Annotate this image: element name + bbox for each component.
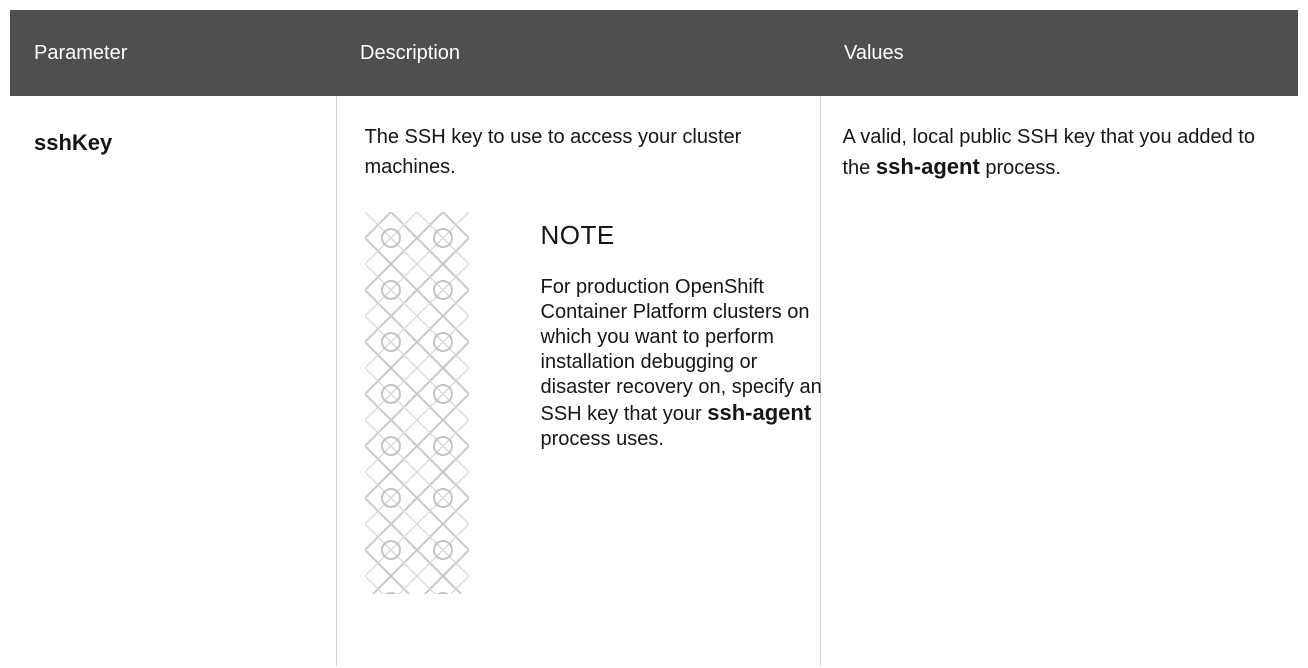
- header-description: Description: [360, 41, 461, 64]
- note-pattern-icon: [364, 212, 469, 594]
- table-row: sshKey The SSH key to use to access your…: [10, 96, 1298, 666]
- table-header-row: Parameter Description Values: [10, 10, 1298, 96]
- values-command: ssh-agent: [875, 154, 980, 179]
- values-cell: A valid, local public SSH key that you a…: [820, 96, 1298, 666]
- values-text-after: process.: [979, 157, 1061, 179]
- parameter-cell: sshKey: [10, 96, 337, 666]
- parameters-table: Parameter Description Values sshKey The …: [10, 10, 1298, 666]
- note-command: ssh-agent: [707, 400, 812, 425]
- note-text: For production OpenShift Container Platf…: [541, 275, 825, 452]
- note-title: NOTE: [540, 220, 615, 250]
- parameter-name: sshKey: [34, 130, 113, 155]
- header-values: Values: [844, 41, 904, 64]
- note-text-after: process uses.: [540, 428, 664, 450]
- description-cell: The SSH key to use to access your cluste…: [336, 96, 822, 666]
- description-text: The SSH key to use to access your cluste…: [364, 126, 742, 178]
- values-text: A valid, local public SSH key that you a…: [821, 96, 1299, 183]
- note-admonition: NOTE For production OpenShift Container …: [364, 212, 822, 594]
- note-body: NOTE For production OpenShift Container …: [541, 212, 825, 452]
- header-parameter: Parameter: [34, 41, 128, 64]
